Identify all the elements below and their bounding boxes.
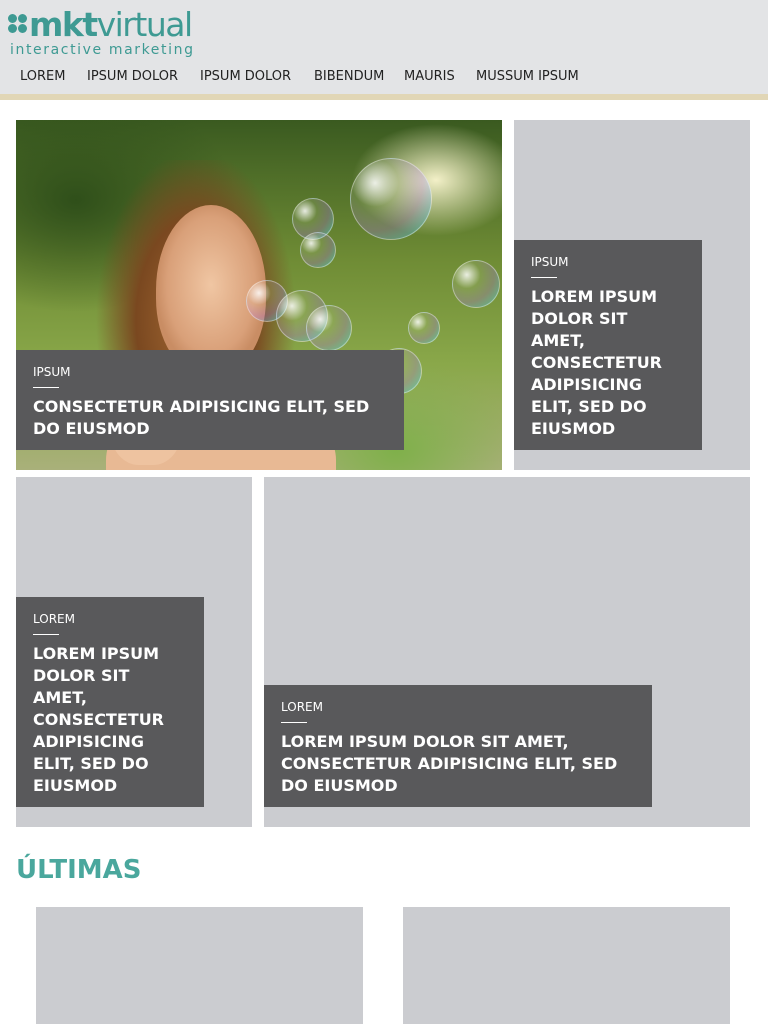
bubble-icon xyxy=(300,232,336,268)
tile-category: LOREM xyxy=(33,612,75,626)
nav-item-mauris[interactable]: MAURIS xyxy=(404,66,455,88)
latest-card[interactable] xyxy=(36,907,363,1024)
tile-title: CONSECTETUR ADIPISICING ELIT, SED DO EIU… xyxy=(33,397,370,438)
bubble-icon xyxy=(306,305,352,351)
brand-logo[interactable]: mktvirtual interactive marketing xyxy=(8,5,208,60)
featured-tile-photo[interactable]: IPSUM CONSECTETUR ADIPISICING ELIT, SED … xyxy=(16,120,502,470)
tile-title: LOREM IPSUM DOLOR SIT AMET, CONSECTETUR … xyxy=(33,644,164,795)
tile-caption: IPSUM CONSECTETUR ADIPISICING ELIT, SED … xyxy=(16,350,404,450)
bubble-icon xyxy=(452,260,500,308)
bubble-icon xyxy=(408,312,440,344)
tile-category: LOREM xyxy=(281,700,323,714)
bubble-icon xyxy=(350,158,432,240)
tile-caption: IPSUM LOREM IPSUM DOLOR SIT AMET, CONSEC… xyxy=(514,240,702,450)
tile-caption: LOREM LOREM IPSUM DOLOR SIT AMET, CONSEC… xyxy=(16,597,204,807)
logo-word-light: virtual xyxy=(96,5,194,44)
tile-title: LOREM IPSUM DOLOR SIT AMET, CONSECTETUR … xyxy=(531,287,662,438)
tile-category: IPSUM xyxy=(531,255,569,269)
header-divider xyxy=(0,94,768,100)
nav-item-mussum-ipsum[interactable]: MUSSUM IPSUM xyxy=(476,66,579,88)
featured-tile-3[interactable]: LOREM LOREM IPSUM DOLOR SIT AMET, CONSEC… xyxy=(16,477,252,827)
caption-divider xyxy=(281,722,307,723)
nav-item-ipsum-dolor-2[interactable]: IPSUM DOLOR xyxy=(200,66,291,88)
featured-tile-2[interactable]: IPSUM LOREM IPSUM DOLOR SIT AMET, CONSEC… xyxy=(514,120,750,470)
logo-tagline: interactive marketing xyxy=(10,42,195,58)
nav-item-lorem[interactable]: LOREM xyxy=(20,66,65,88)
tile-category: IPSUM xyxy=(33,365,71,379)
caption-divider xyxy=(33,634,59,635)
featured-tile-4[interactable]: LOREM LOREM IPSUM DOLOR SIT AMET, CONSEC… xyxy=(264,477,750,827)
site-header: mktvirtual interactive marketing LOREM I… xyxy=(0,0,768,94)
latest-section-title: ÚLTIMAS xyxy=(16,855,142,885)
nav-item-bibendum[interactable]: BIBENDUM xyxy=(314,66,384,88)
nav-item-ipsum-dolor[interactable]: IPSUM DOLOR xyxy=(87,66,178,88)
caption-divider xyxy=(531,277,557,278)
latest-card[interactable] xyxy=(403,907,730,1024)
logo-wordmark: mktvirtual xyxy=(29,5,194,45)
caption-divider xyxy=(33,387,59,388)
logo-word-bold: mkt xyxy=(29,5,98,44)
tile-title: LOREM IPSUM DOLOR SIT AMET, CONSECTETUR … xyxy=(281,732,618,795)
tile-caption: LOREM LOREM IPSUM DOLOR SIT AMET, CONSEC… xyxy=(264,685,652,807)
